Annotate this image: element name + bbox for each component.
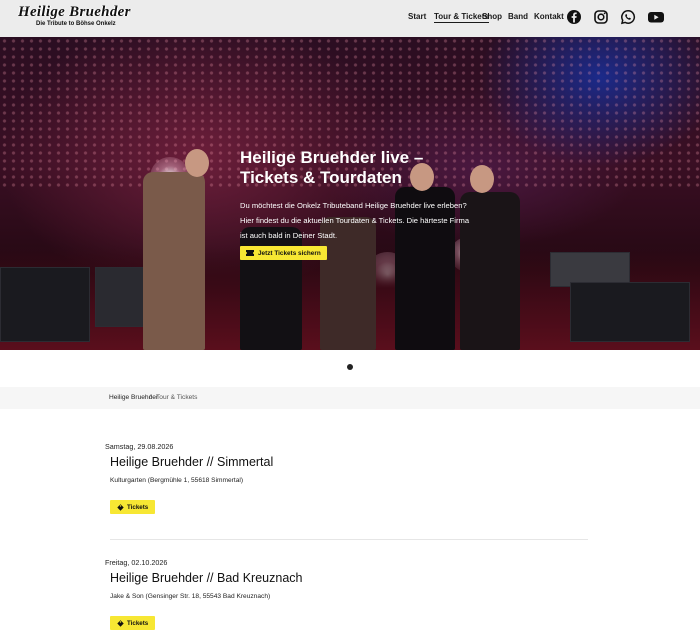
breadcrumb: Heilige Bruehder / Tour & Tickets [0,387,700,409]
breadcrumb-separator: / [149,394,151,401]
tag-icon [117,619,124,627]
tag-icon [117,503,124,511]
site-logo[interactable]: Heilige Bruehder Die Tribute to Böhse On… [18,4,130,30]
logo-subtitle: Die Tribute to Böhse Onkelz [36,21,116,27]
logo-title: Heilige Bruehder [18,4,131,20]
band-member-head [185,149,209,177]
tickets-button-label: Tickets [127,619,149,627]
event-venue: Kulturgarten (Bergmühle 1, 55618 Simmert… [110,477,244,484]
event-divider [110,539,588,540]
nav-item-shop[interactable]: Shop [482,12,502,21]
site-header: Heilige Bruehder Die Tribute to Böhse On… [0,0,700,37]
facebook-icon[interactable] [566,9,582,25]
band-member [143,172,205,350]
event-title: Heilige Bruehder // Simmertal [110,455,274,469]
get-tickets-label: Jetzt Tickets sichern [258,249,321,257]
event-venue: Jake & Son (Gensinger Str. 18, 55543 Bad… [110,593,271,600]
event-date: Samstag, 29.08.2026 [105,442,174,451]
get-tickets-button[interactable]: Jetzt Tickets sichern [240,246,327,260]
nav-item-band[interactable]: Band [508,12,528,21]
event-date: Freitag, 02.10.2026 [105,558,168,567]
tickets-button-label: Tickets [127,503,149,511]
hero-banner: Heilige Bruehder live – Tickets & Tourda… [0,37,700,350]
slider-dot[interactable] [347,364,353,370]
instagram-icon[interactable] [593,9,609,25]
tickets-button[interactable]: Tickets [110,500,156,514]
hero-text: Du möchtest die Onkelz Tributeband Heili… [240,201,470,240]
event-title: Heilige Bruehder // Bad Kreuznach [110,571,303,585]
amplifier [0,267,90,342]
ticket-icon [246,250,254,256]
youtube-icon[interactable] [647,9,665,25]
amplifier [570,282,690,342]
hero-title: Heilige Bruehder live – Tickets & Tourda… [240,148,424,187]
tickets-button[interactable]: Tickets [110,616,156,630]
nav-item-start[interactable]: Start [408,12,426,21]
whatsapp-icon[interactable] [620,9,636,25]
breadcrumb-current: Tour & Tickets [156,394,198,401]
nav-item-kontakt[interactable]: Kontakt [534,12,564,21]
nav-item-tour-tickets[interactable]: Tour & Tickets [434,12,489,23]
band-member-head [470,165,494,193]
